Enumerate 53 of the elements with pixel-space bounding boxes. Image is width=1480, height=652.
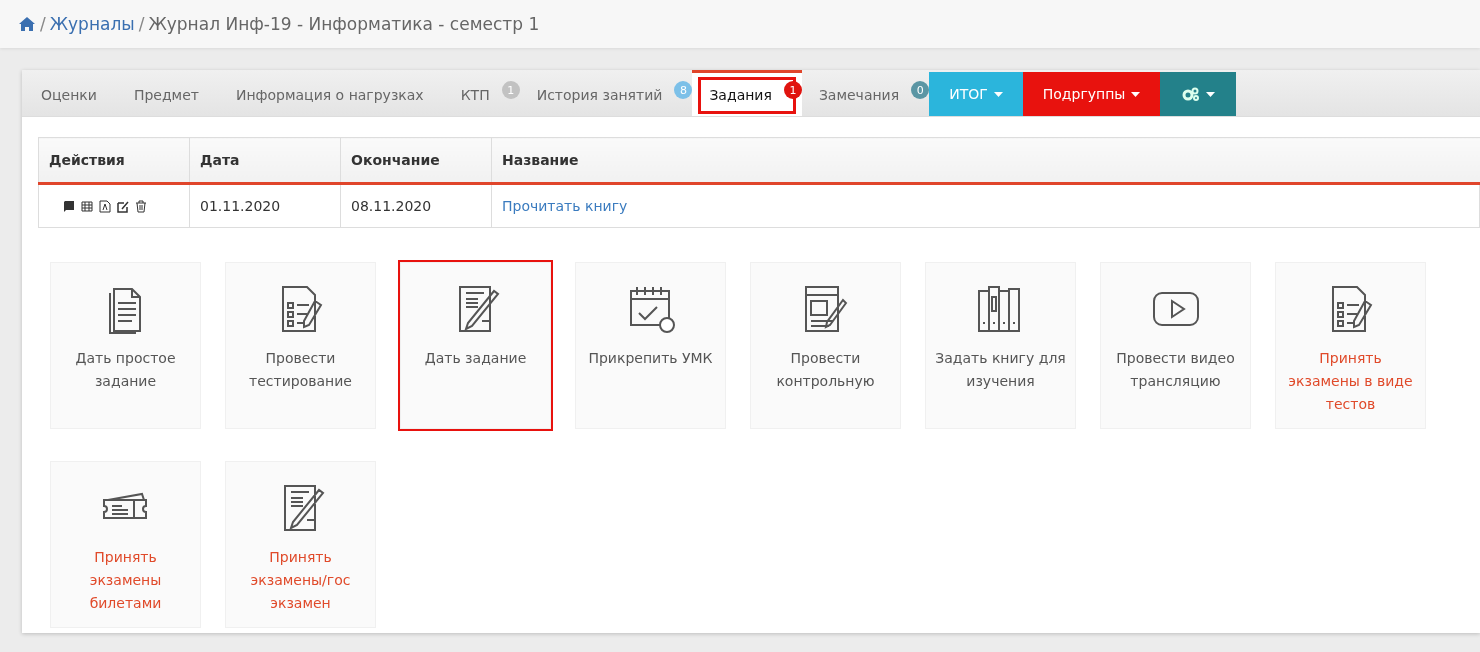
- pdf-file-icon[interactable]: [99, 199, 111, 213]
- trash-icon[interactable]: [135, 199, 147, 213]
- caret-icon: [993, 91, 1003, 97]
- action-tile[interactable]: Провести видео трансляцию: [1100, 262, 1251, 429]
- count-badge: 1: [501, 81, 520, 99]
- home-icon[interactable]: [18, 16, 36, 32]
- edit-icon[interactable]: [117, 199, 129, 213]
- action-tile[interactable]: Прикрепить УМК: [575, 262, 726, 429]
- dropdown-button[interactable]: Подргуппы: [1022, 72, 1161, 116]
- table-cell: 08.11.2020: [340, 183, 492, 228]
- separator: /: [40, 14, 46, 34]
- breadcrumb-link[interactable]: Журналы: [49, 14, 135, 34]
- tile-label: Задать книгу для изучения: [934, 349, 1067, 391]
- tab[interactable]: Оценки: [24, 70, 117, 116]
- tab[interactable]: КТП 1: [443, 70, 520, 116]
- tab[interactable]: Задания 1: [692, 70, 802, 116]
- action-tile[interactable]: Принять экзамены/гос экзамен: [225, 461, 376, 628]
- caret-icon: [1131, 91, 1141, 97]
- tile-label: Дать задание: [424, 349, 527, 368]
- column-header: Окончание: [340, 137, 492, 184]
- action-tile[interactable]: Дать задание: [400, 262, 551, 429]
- tile-label: Провести тестирование: [248, 349, 353, 391]
- count-badge: 0: [911, 81, 930, 99]
- tab[interactable]: Предмет: [116, 70, 219, 116]
- tab[interactable]: Информация о нагрузках: [218, 70, 444, 116]
- action-tile[interactable]: Принять экзамены в виде тестов: [1275, 262, 1426, 429]
- tile-label: Принять экзамены билетами: [88, 548, 163, 613]
- tile-label: Принять экзамены в виде тестов: [1287, 349, 1414, 414]
- action-tile[interactable]: Провести контрольную: [750, 262, 901, 429]
- separator: /: [138, 14, 145, 34]
- settings-button[interactable]: [1160, 72, 1237, 116]
- task-link[interactable]: Прочитать книгу: [502, 198, 628, 214]
- action-tile[interactable]: Принять экзамены билетами: [50, 461, 201, 628]
- tile-label: Провести видео трансляцию: [1115, 349, 1236, 391]
- action-tile[interactable]: Провести тестирование: [225, 262, 376, 429]
- tile-label: Прикрепить УМК: [588, 349, 713, 368]
- column-header: Действия: [38, 137, 190, 184]
- breadcrumb-current: Журнал Инф-19 - Информатика - семестр 1: [148, 14, 540, 34]
- action-tile[interactable]: Дать простое задание: [50, 262, 201, 429]
- column-header: Дата: [189, 137, 341, 184]
- gears-icon: [1181, 87, 1200, 101]
- caret-icon: [1205, 91, 1215, 97]
- tile-label: Принять экзамены/гос экзамен: [249, 548, 352, 613]
- column-header: Название: [491, 137, 1480, 184]
- table-icon[interactable]: [81, 199, 93, 213]
- tab[interactable]: Замечания 0: [801, 70, 930, 116]
- tile-label: Провести контрольную: [775, 349, 876, 391]
- action-tile[interactable]: Задать книгу для изучения: [925, 262, 1076, 429]
- count-badge: 8: [674, 81, 693, 99]
- count-badge: 1: [783, 81, 802, 99]
- table-cell: 01.11.2020: [189, 183, 341, 228]
- tab[interactable]: История занятий 8: [519, 70, 693, 116]
- tile-label: Дать простое задание: [74, 349, 177, 391]
